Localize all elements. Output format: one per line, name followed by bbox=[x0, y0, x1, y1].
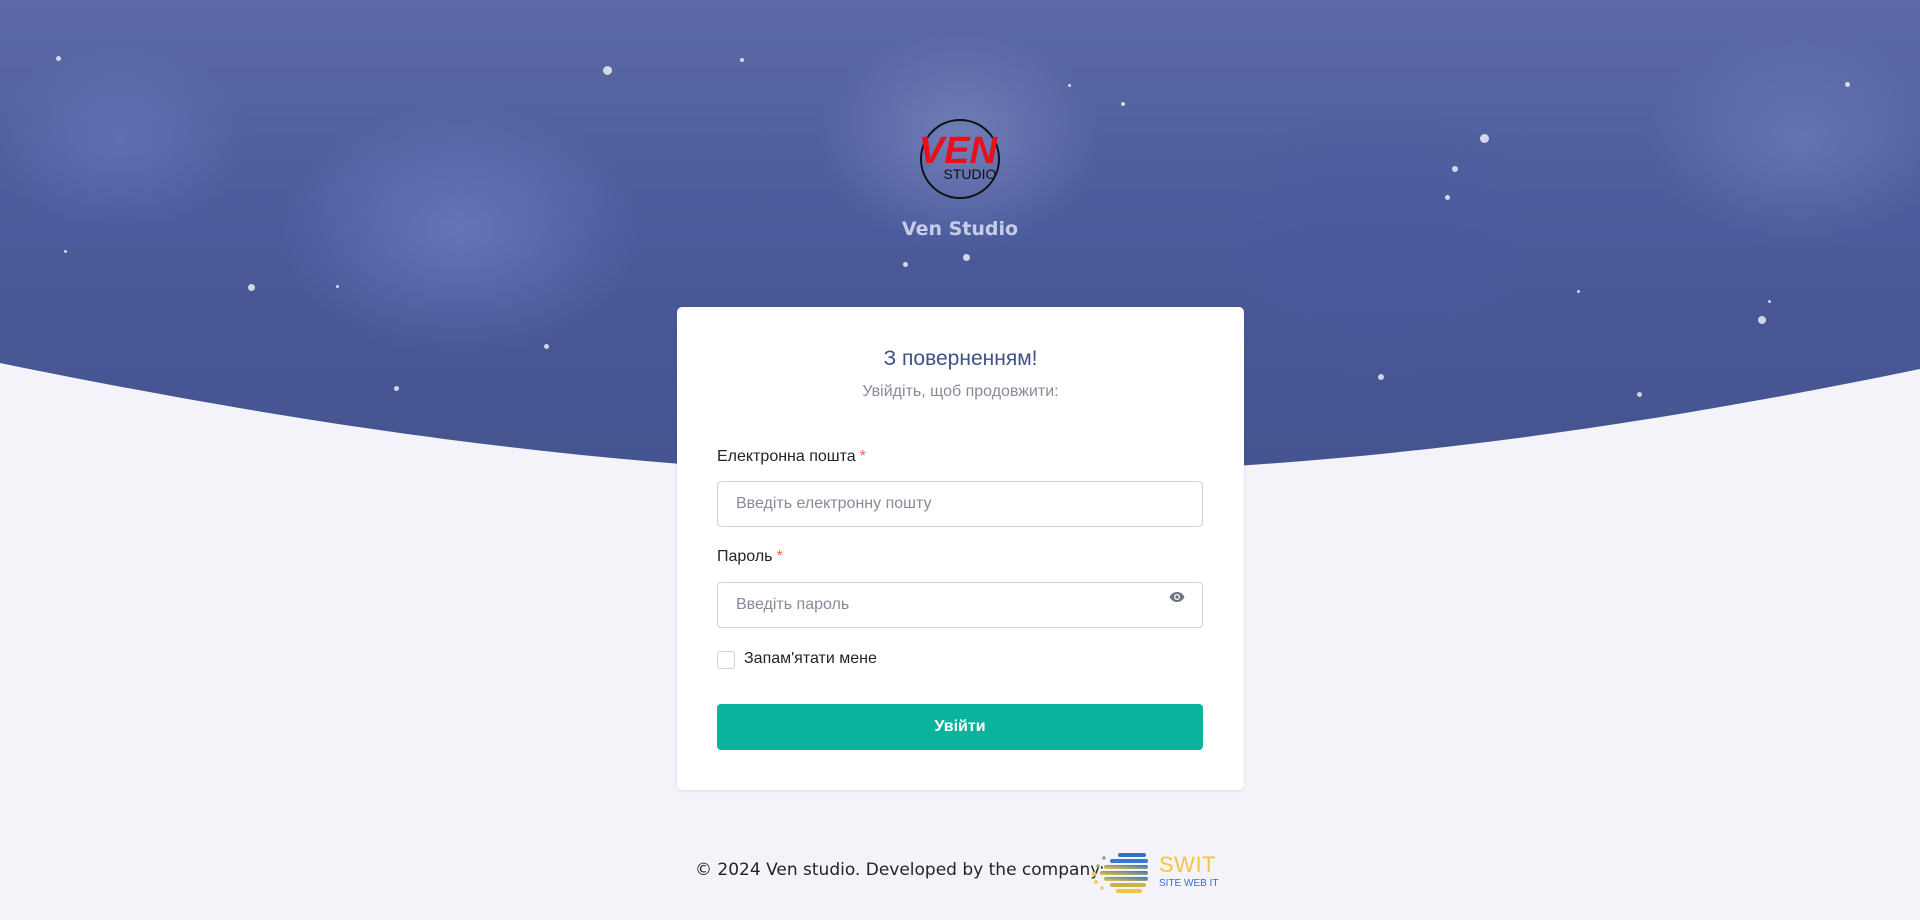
brand-logo[interactable]: VEN STUDIO bbox=[910, 115, 1010, 205]
card-title: З поверненням! bbox=[883, 347, 1038, 370]
particle bbox=[248, 284, 255, 291]
particle bbox=[544, 344, 549, 349]
particle bbox=[963, 254, 970, 261]
password-label: Пароль * bbox=[717, 548, 783, 566]
particle bbox=[903, 262, 908, 267]
particle bbox=[64, 250, 67, 253]
login-page: VEN STUDIO Ven Studio З поверненням! Уві… bbox=[0, 0, 1920, 920]
remember-me-label[interactable]: Запам'ятати мене bbox=[744, 650, 877, 668]
particle bbox=[1445, 195, 1450, 200]
particle bbox=[1452, 166, 1458, 172]
email-label-text: Електронна пошта bbox=[717, 448, 856, 465]
required-mark: * bbox=[859, 448, 866, 465]
swit-logo-icon[interactable] bbox=[1090, 850, 1152, 894]
particle bbox=[336, 285, 339, 288]
particle bbox=[56, 56, 61, 61]
password-input[interactable] bbox=[717, 582, 1203, 628]
eye-icon bbox=[1169, 592, 1185, 602]
remember-me-checkbox[interactable] bbox=[717, 651, 735, 669]
svg-text:STUDIO: STUDIO bbox=[944, 166, 997, 182]
particle bbox=[603, 66, 612, 75]
swit-company-tagline: SITE WEB IT bbox=[1159, 878, 1219, 889]
particle bbox=[1845, 82, 1850, 87]
login-card: З поверненням! Увійдіть, щоб продовжити:… bbox=[677, 307, 1244, 790]
card-subtitle: Увійдіть, щоб продовжити: bbox=[862, 383, 1059, 400]
particle bbox=[1068, 84, 1071, 87]
password-toggle-button[interactable] bbox=[1167, 587, 1187, 607]
brand-name: Ven Studio bbox=[901, 218, 1019, 240]
email-input[interactable] bbox=[717, 481, 1203, 527]
ven-studio-logo-icon: VEN STUDIO bbox=[919, 119, 1000, 199]
password-label-text: Пароль bbox=[717, 548, 773, 565]
particle bbox=[1121, 102, 1125, 106]
footer-copyright: © 2024 Ven studio. Developed by the comp… bbox=[695, 860, 1105, 880]
particle bbox=[1577, 290, 1580, 293]
particle bbox=[1768, 300, 1771, 303]
sign-in-button[interactable]: Увійти bbox=[717, 704, 1203, 750]
swit-company-name: SWIT bbox=[1159, 852, 1216, 877]
required-mark: * bbox=[776, 548, 783, 565]
footer: © 2024 Ven studio. Developed by the comp… bbox=[0, 850, 1920, 894]
particle bbox=[1758, 316, 1766, 324]
email-label: Електронна пошта * bbox=[717, 448, 866, 466]
particle bbox=[1480, 134, 1489, 143]
particle bbox=[740, 58, 744, 62]
